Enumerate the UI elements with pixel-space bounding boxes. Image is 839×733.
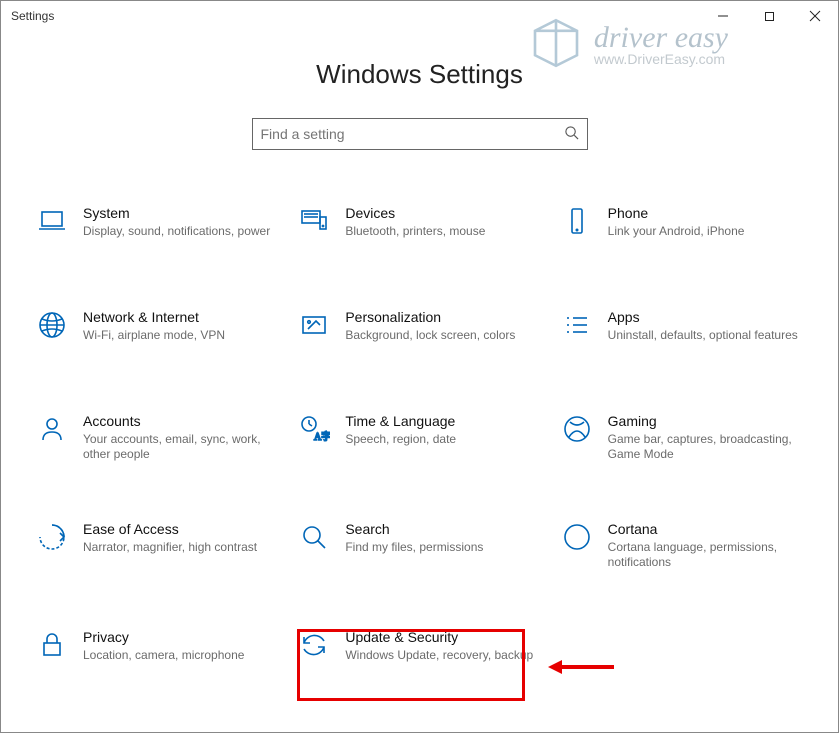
settings-grid: System Display, sound, notifications, po… [1, 198, 838, 680]
window-title: Settings [11, 9, 54, 23]
time-language-icon: A字 [297, 412, 331, 446]
tile-desc: Uninstall, defaults, optional features [608, 328, 798, 343]
tile-title: Search [345, 520, 535, 538]
search-container [1, 118, 838, 150]
tile-cortana[interactable]: Cortana Cortana language, permissions, n… [556, 514, 808, 576]
tile-ease-of-access[interactable]: Ease of Access Narrator, magnifier, high… [31, 514, 283, 576]
ease-of-access-icon [35, 520, 69, 554]
tile-desc: Narrator, magnifier, high contrast [83, 540, 273, 555]
devices-icon [297, 204, 331, 238]
person-icon [35, 412, 69, 446]
tile-search[interactable]: Search Find my files, permissions [293, 514, 545, 576]
tile-desc: Wi-Fi, airplane mode, VPN [83, 328, 273, 343]
update-icon [297, 628, 331, 662]
tile-title: Devices [345, 204, 535, 222]
apps-icon [560, 308, 594, 342]
tile-desc: Link your Android, iPhone [608, 224, 798, 239]
tile-desc: Display, sound, notifications, power [83, 224, 273, 239]
tile-time-language[interactable]: A字 Time & Language Speech, region, date [293, 406, 545, 468]
tile-privacy[interactable]: Privacy Location, camera, microphone [31, 622, 283, 680]
page-title: Windows Settings [1, 59, 838, 90]
tile-gaming[interactable]: Gaming Game bar, captures, broadcasting,… [556, 406, 808, 468]
close-button[interactable] [792, 1, 838, 31]
tile-title: Accounts [83, 412, 273, 430]
lock-icon [35, 628, 69, 662]
laptop-icon [35, 204, 69, 238]
tile-desc: Background, lock screen, colors [345, 328, 535, 343]
tile-title: Cortana [608, 520, 798, 538]
tile-accounts[interactable]: Accounts Your accounts, email, sync, wor… [31, 406, 283, 468]
globe-icon [35, 308, 69, 342]
tile-title: Time & Language [345, 412, 535, 430]
xbox-icon [560, 412, 594, 446]
tile-network[interactable]: Network & Internet Wi-Fi, airplane mode,… [31, 302, 283, 360]
cortana-icon [560, 520, 594, 554]
tile-personalization[interactable]: Personalization Background, lock screen,… [293, 302, 545, 360]
search-input[interactable] [261, 126, 564, 142]
titlebar: Settings [1, 1, 838, 31]
tile-title: Apps [608, 308, 798, 326]
tile-desc: Game bar, captures, broadcasting, Game M… [608, 432, 798, 462]
tile-title: Network & Internet [83, 308, 273, 326]
tile-title: Phone [608, 204, 798, 222]
tile-desc: Cortana language, permissions, notificat… [608, 540, 798, 570]
tile-phone[interactable]: Phone Link your Android, iPhone [556, 198, 808, 256]
paint-icon [297, 308, 331, 342]
tile-title: System [83, 204, 273, 222]
tile-system[interactable]: System Display, sound, notifications, po… [31, 198, 283, 256]
tile-desc: Windows Update, recovery, backup [345, 648, 535, 663]
svg-text:A字: A字 [314, 430, 330, 443]
tile-desc: Speech, region, date [345, 432, 535, 447]
tile-title: Update & Security [345, 628, 535, 646]
tile-devices[interactable]: Devices Bluetooth, printers, mouse [293, 198, 545, 256]
tile-desc: Find my files, permissions [345, 540, 535, 555]
search-icon [564, 125, 579, 143]
tile-update-security[interactable]: Update & Security Windows Update, recove… [293, 622, 545, 680]
tile-apps[interactable]: Apps Uninstall, defaults, optional featu… [556, 302, 808, 360]
phone-icon [560, 204, 594, 238]
tile-title: Gaming [608, 412, 798, 430]
tile-title: Privacy [83, 628, 273, 646]
search-box[interactable] [252, 118, 588, 150]
tile-title: Ease of Access [83, 520, 273, 538]
tile-desc: Your accounts, email, sync, work, other … [83, 432, 273, 462]
tile-desc: Location, camera, microphone [83, 648, 273, 663]
window-controls [700, 1, 838, 31]
magnifier-icon [297, 520, 331, 554]
tile-desc: Bluetooth, printers, mouse [345, 224, 535, 239]
minimize-button[interactable] [700, 1, 746, 31]
tile-title: Personalization [345, 308, 535, 326]
maximize-button[interactable] [746, 1, 792, 31]
